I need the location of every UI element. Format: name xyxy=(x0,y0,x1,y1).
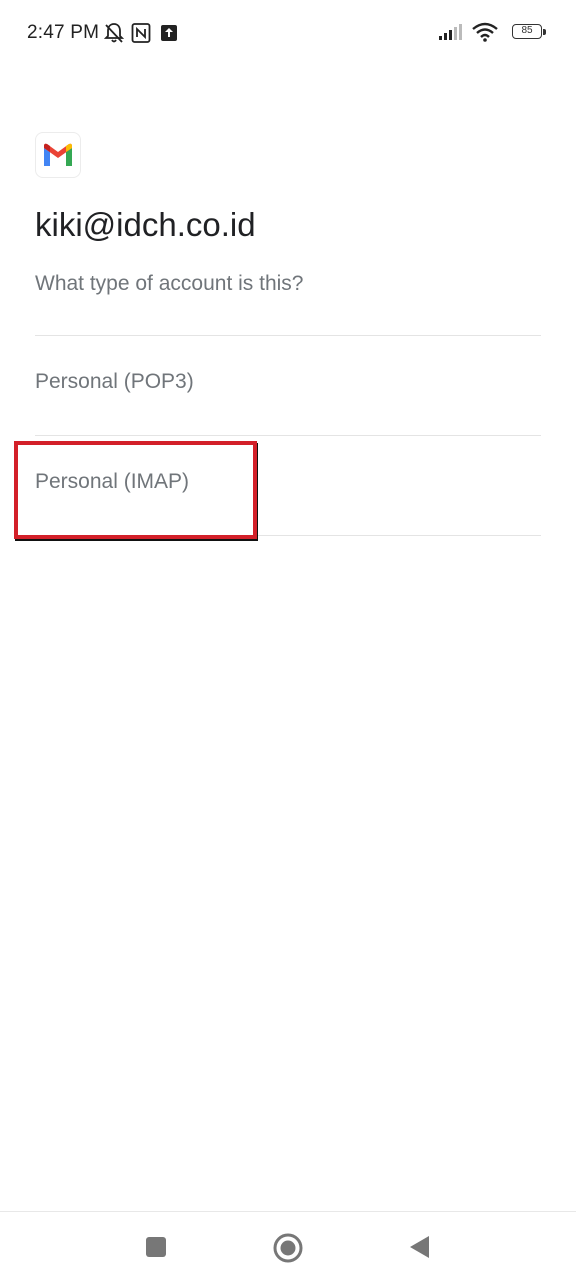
status-right-icons: 85 xyxy=(438,22,548,44)
battery-icon: 85 xyxy=(512,24,542,39)
square-icon xyxy=(146,1237,166,1257)
navigation-bar xyxy=(0,1211,576,1281)
option-label: Personal (POP3) xyxy=(35,370,194,393)
nfc-icon xyxy=(131,23,151,43)
option-label: Personal (IMAP) xyxy=(35,470,190,493)
back-button[interactable] xyxy=(405,1232,435,1262)
home-button[interactable] xyxy=(272,1232,303,1263)
bell-off-icon xyxy=(104,23,124,43)
gmail-icon xyxy=(35,132,81,178)
status-time: 2:47 PM xyxy=(27,22,100,43)
account-type-list: Personal (POP3) Personal (IMAP) xyxy=(35,335,541,536)
recents-button[interactable] xyxy=(141,1232,171,1262)
wifi-icon xyxy=(472,22,498,42)
account-type-question: What type of account is this? xyxy=(35,272,304,295)
option-personal-imap[interactable]: Personal (IMAP) xyxy=(35,435,541,536)
status-bar: 2:47 PM 85 xyxy=(0,0,576,64)
option-personal-pop3[interactable]: Personal (POP3) xyxy=(35,335,541,435)
signal-icon xyxy=(439,24,462,40)
circle-icon xyxy=(273,1233,303,1263)
back-triangle-icon xyxy=(410,1236,429,1258)
upload-icon xyxy=(161,25,177,41)
battery-tip xyxy=(543,29,546,35)
account-email: kiki@idch.co.id xyxy=(35,206,256,243)
